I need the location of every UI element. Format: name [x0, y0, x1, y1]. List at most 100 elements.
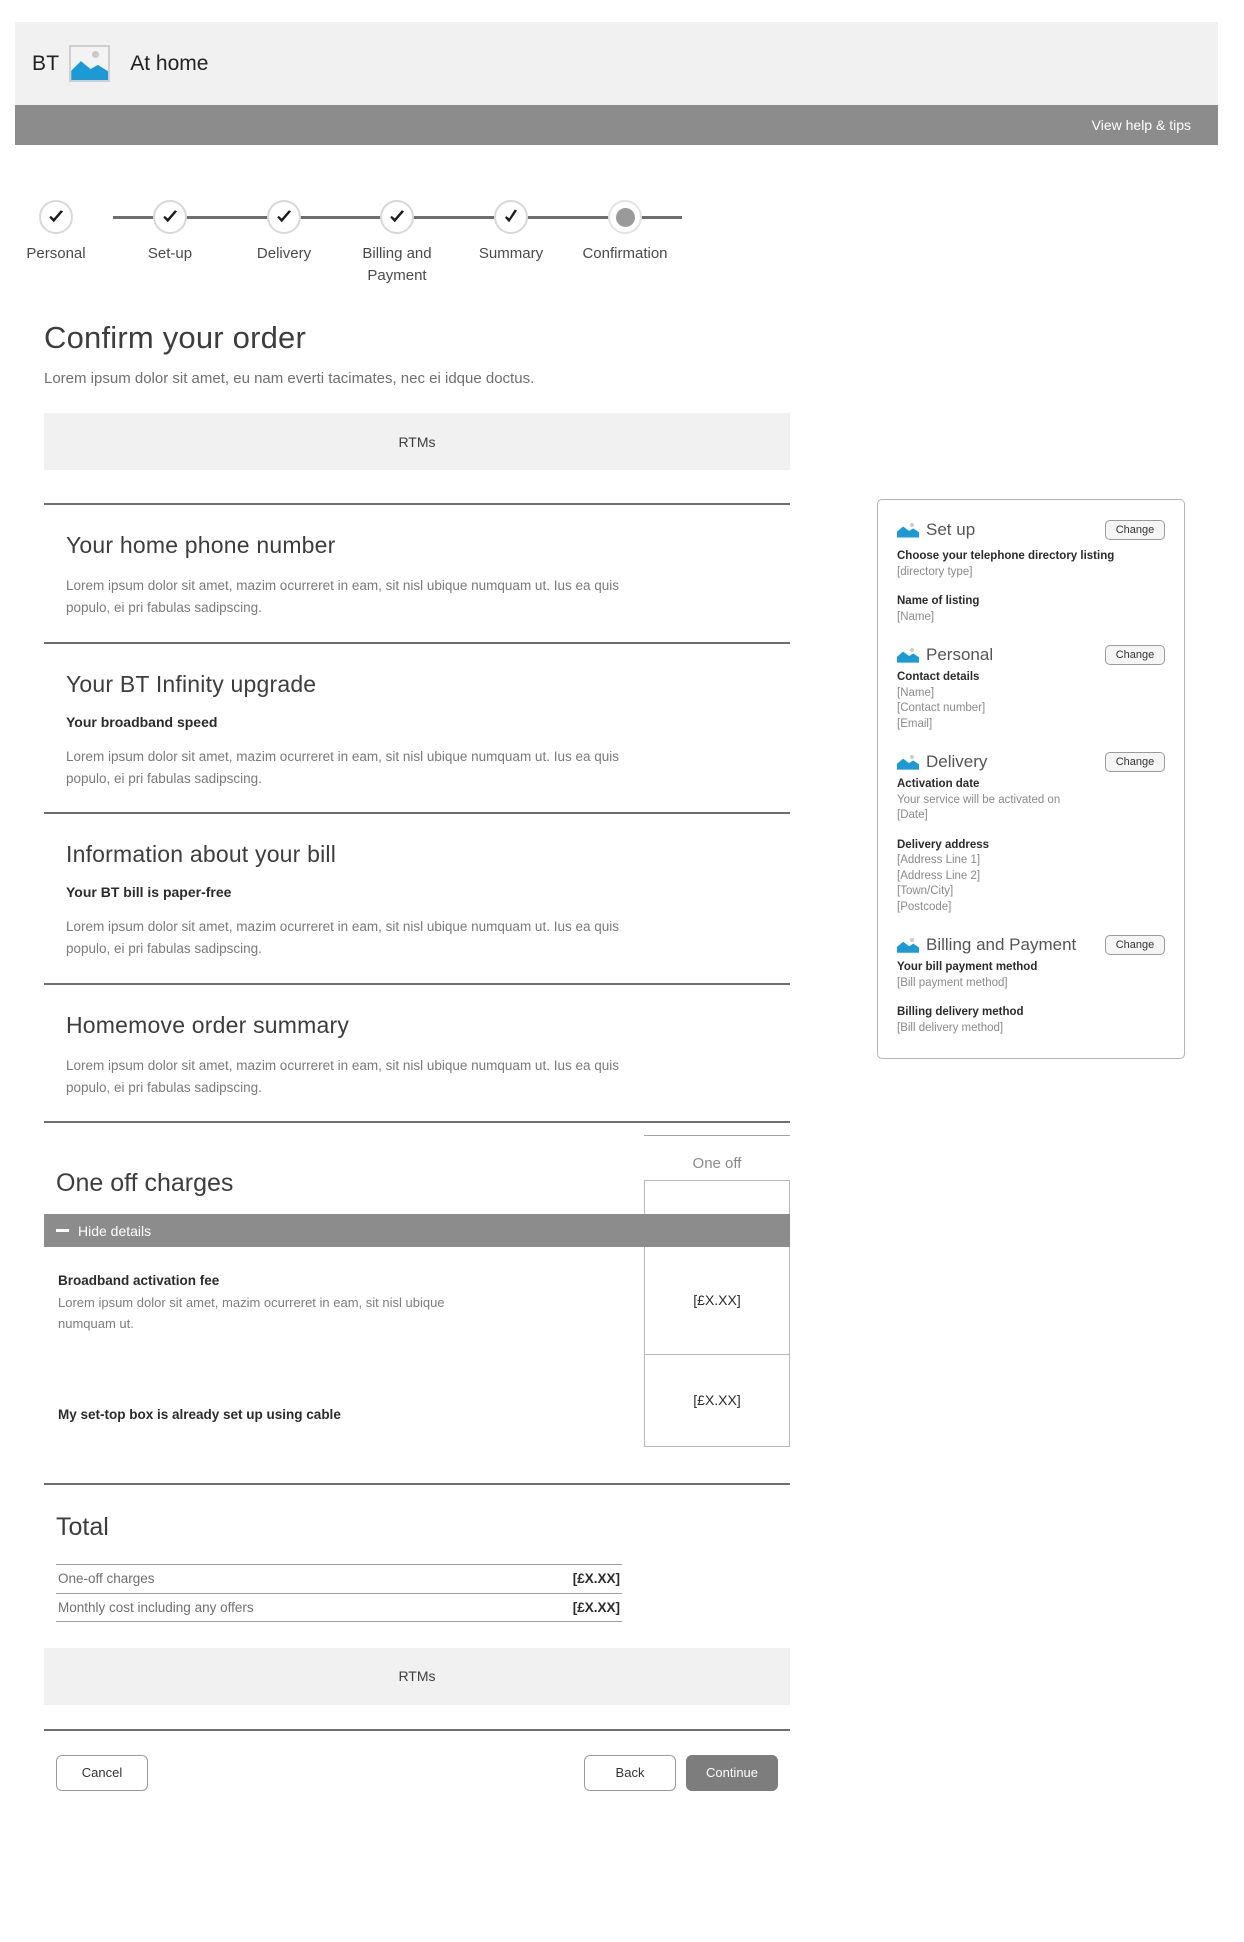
- summary-group-personal: Personal Change Contact details [Name] […: [897, 645, 1165, 732]
- change-button-delivery[interactable]: Change: [1105, 752, 1165, 773]
- charges-title: One off charges: [56, 1169, 234, 1198]
- step-status-icon: [380, 200, 414, 234]
- summary-group-billing-and-payment: Billing and Payment Change Your bill pay…: [897, 935, 1165, 1036]
- summary-label: Your bill payment method: [897, 961, 1038, 974]
- summary-group-title: Personal: [926, 645, 994, 665]
- hide-details-label: Hide details: [78, 1222, 152, 1239]
- step-status-icon: [608, 200, 642, 234]
- step-label: Delivery: [256, 245, 312, 262]
- summary-block: Activation date Your service will be act…: [897, 777, 1165, 824]
- summary-group-title: Billing and Payment: [926, 935, 1077, 955]
- summary-label: Contact details: [897, 671, 980, 684]
- table-row: Broadband activation fee Lorem ipsum dol…: [44, 1247, 790, 1355]
- summary-value: [Name] [Contact number] [Email]: [897, 686, 986, 730]
- total-title: Total: [56, 1512, 109, 1541]
- step-billing-and-payment[interactable]: Billing and Payment: [337, 200, 457, 287]
- summary-label: Activation date: [897, 778, 980, 791]
- brand-code: BT: [32, 51, 60, 75]
- view-help-and-tips-link[interactable]: View help & tips: [1092, 117, 1191, 133]
- step-confirmation[interactable]: Confirmation: [565, 200, 685, 265]
- minus-icon: [56, 1229, 69, 1233]
- cancel-button[interactable]: Cancel: [56, 1754, 148, 1791]
- section-body: Lorem ipsum dolor sit amet, mazim ocurre…: [66, 748, 619, 786]
- section-heading: Information about your bill: [66, 841, 337, 868]
- change-button-billing-and-payment[interactable]: Change: [1105, 935, 1165, 956]
- footer-actions: Cancel Back Continue: [44, 1731, 790, 1791]
- step-label: Personal: [26, 245, 86, 262]
- charge-name: My set-top box is already set up using c…: [58, 1406, 341, 1422]
- total-row-monthly: Monthly cost including any offers [£X.XX…: [56, 1592, 622, 1622]
- step-label: Billing and Payment: [362, 245, 432, 284]
- total-row-label: Monthly cost including any offers: [58, 1599, 254, 1615]
- summary-block: Contact details [Name] [Contact number] …: [897, 670, 1165, 732]
- section-heading: Your home phone number: [66, 532, 336, 558]
- step-status-icon: [267, 200, 301, 234]
- step-status-icon: [153, 200, 187, 234]
- broken-image-icon: [897, 755, 919, 770]
- order-summary-panel: Set up Change Choose your telephone dire…: [877, 499, 1185, 1060]
- summary-label: Billing delivery method: [897, 1006, 1024, 1019]
- section-subheading: Your BT bill is paper-free: [66, 884, 232, 901]
- column-header-one-off: One off: [692, 1155, 742, 1173]
- summary-label: Delivery address: [897, 838, 990, 851]
- step-label: Confirmation: [582, 245, 668, 262]
- summary-group-set-up: Set up Change Choose your telephone dire…: [897, 520, 1165, 625]
- step-label: Summary: [478, 245, 544, 262]
- charge-description: Broadband activation fee Lorem ipsum dol…: [44, 1247, 644, 1355]
- page-brand-title: At home: [130, 51, 209, 75]
- summary-group-delivery: Delivery Change Activation date Your ser…: [897, 752, 1165, 915]
- summary-block: Choose your telephone directory listing …: [897, 549, 1165, 580]
- summary-label: Name of listing: [897, 595, 980, 608]
- summary-value: [directory type]: [897, 565, 973, 578]
- charge-amount: [£X.XX]: [644, 1354, 790, 1447]
- section-homemove-order-summary: Homemove order summary Lorem ipsum dolor…: [44, 985, 790, 1122]
- step-summary[interactable]: Summary: [451, 200, 571, 265]
- summary-block: Billing delivery method [Bill delivery m…: [897, 1005, 1165, 1036]
- broken-image-icon: [897, 523, 919, 538]
- broken-image-icon: [69, 45, 111, 82]
- one-off-charges-table: One off charges One off Hide details Bro…: [44, 1123, 790, 1447]
- total-row-amount: [£X.XX]: [572, 1599, 620, 1615]
- change-button-set-up[interactable]: Change: [1105, 520, 1165, 540]
- main-content: Confirm your order Lorem ipsum dolor sit…: [44, 320, 790, 1791]
- summary-value: [Name]: [897, 610, 935, 623]
- dot-icon: [615, 207, 635, 227]
- charge-description: My set-top box is already set up using c…: [44, 1355, 644, 1447]
- back-button[interactable]: Back: [584, 1754, 676, 1791]
- section-subheading: Your broadband speed: [66, 713, 218, 730]
- rtm-block-bottom: RTMs: [44, 1647, 790, 1705]
- broken-image-icon: [897, 938, 919, 953]
- summary-block: Your bill payment method [Bill payment m…: [897, 960, 1165, 991]
- change-button-personal[interactable]: Change: [1105, 645, 1165, 666]
- step-label: Set-up: [147, 245, 193, 262]
- total-row-amount: [£X.XX]: [572, 1571, 620, 1587]
- rtm-block-top: RTMs: [44, 413, 790, 470]
- summary-value: [Bill payment method]: [897, 976, 1008, 989]
- summary-group-title: Delivery: [926, 752, 988, 772]
- step-status-icon: [494, 200, 528, 234]
- charge-blurb: Lorem ipsum dolor sit amet, mazim ocurre…: [58, 1295, 445, 1331]
- table-row: My set-top box is already set up using c…: [44, 1354, 790, 1447]
- help-bar: View help & tips: [15, 105, 1218, 145]
- hide-details-toggle[interactable]: Hide details: [44, 1214, 790, 1248]
- section-bill-information: Information about your bill Your BT bill…: [44, 814, 790, 983]
- charge-name: Broadband activation fee: [58, 1273, 220, 1289]
- summary-block: Name of listing [Name]: [897, 594, 1165, 625]
- page-title: Confirm your order: [44, 320, 307, 355]
- step-set-up[interactable]: Set-up: [110, 200, 230, 265]
- summary-value: Your service will be activated on [Date]: [897, 793, 1061, 822]
- column-header-rule: [644, 1135, 790, 1137]
- continue-button[interactable]: Continue: [686, 1754, 778, 1791]
- section-body: Lorem ipsum dolor sit amet, mazim ocurre…: [66, 1057, 619, 1095]
- broken-image-icon: [897, 648, 919, 663]
- summary-block: Delivery address [Address Line 1] [Addre…: [897, 838, 1165, 916]
- step-delivery[interactable]: Delivery: [224, 200, 344, 265]
- section-body: Lorem ipsum dolor sit amet, mazim ocurre…: [66, 919, 619, 957]
- summary-value: [Bill delivery method]: [897, 1021, 1004, 1034]
- total-row-one-off: One-off charges [£X.XX]: [56, 1563, 622, 1593]
- charges-total-cell: [644, 1180, 790, 1215]
- section-home-phone-number: Your home phone number Lorem ipsum dolor…: [44, 505, 790, 642]
- section-bt-infinity-upgrade: Your BT Infinity upgrade Your broadband …: [44, 644, 790, 813]
- step-status-icon: [39, 200, 73, 234]
- step-personal[interactable]: Personal: [0, 200, 116, 265]
